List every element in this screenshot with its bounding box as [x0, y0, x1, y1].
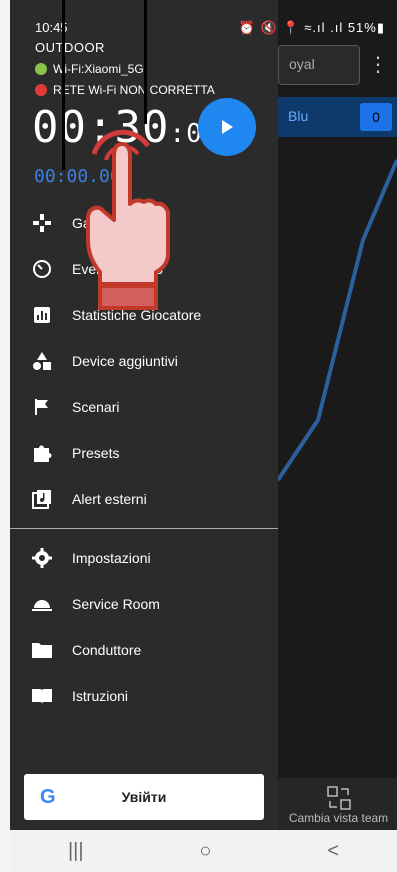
wifi-error-label: RETE Wi-Fi NON CORRETTA: [53, 83, 215, 97]
tap-hand-icon: [86, 129, 170, 310]
menu-label: Conduttore: [72, 642, 142, 658]
wifi-ok-icon: [35, 63, 47, 75]
gear-icon: [30, 546, 54, 570]
play-icon: [222, 120, 233, 134]
google-signin-button[interactable]: G Увійти: [24, 774, 264, 820]
switch-view-label[interactable]: Cambia vista team: [280, 811, 397, 825]
menu-label: Scenari: [72, 399, 120, 415]
menu-label: Presets: [72, 445, 120, 461]
menu-item-impostazioni[interactable]: Impostazioni: [10, 535, 278, 581]
google-signin-label: Увійти: [121, 789, 167, 805]
cloche-icon: [30, 592, 54, 616]
menu-item-scenari[interactable]: Scenari: [10, 384, 278, 430]
menu-label: Istruzioni: [72, 688, 129, 704]
menu-item-presets[interactable]: Presets: [10, 430, 278, 476]
screen: oyal ⋮ Blu 0 Cambia vista team OUTDOOR W…: [10, 0, 397, 872]
menu-item-service-room[interactable]: Service Room: [10, 581, 278, 627]
wifi-ok-label: Wi-Fi:Xiaomi_5G: [53, 62, 144, 76]
menu-label: Impostazioni: [72, 550, 151, 566]
menu-item-conduttore[interactable]: Conduttore: [10, 627, 278, 673]
callout-line-right: [144, 0, 147, 124]
folder-icon: [30, 638, 54, 662]
menu-divider: [10, 528, 278, 529]
stats-icon: [30, 303, 54, 327]
shapes-icon: [30, 349, 54, 373]
mode-label: OUTDOOR: [35, 40, 105, 55]
wifi-status-ok: Wi-Fi:Xiaomi_5G: [35, 62, 144, 76]
menu-item-istruzioni[interactable]: Istruzioni: [10, 673, 278, 719]
overflow-menu-icon[interactable]: ⋮: [368, 52, 388, 77]
wifi-error-icon: [35, 84, 47, 96]
book-icon: [30, 684, 54, 708]
menu-item-alert[interactable]: Alert esterni: [10, 476, 278, 522]
play-button[interactable]: [198, 98, 256, 156]
team-blue-label: Blu: [288, 108, 309, 124]
team-blue-score: 0: [360, 103, 392, 131]
puzzle-icon: [30, 441, 54, 465]
team-select-dropdown[interactable]: oyal: [278, 45, 360, 85]
home-button[interactable]: ○: [199, 840, 211, 863]
system-nav-bar: ||| ○ <: [10, 830, 397, 872]
status-bar: 10:45 ⏰ 🔇 📍 ≈.ıl .ıl 51%▮: [10, 0, 397, 40]
callout-line-left: [62, 0, 65, 170]
flag-icon: [30, 395, 54, 419]
back-button[interactable]: <: [327, 840, 339, 863]
score-chart: [278, 159, 397, 482]
music-note-icon: [30, 487, 54, 511]
recents-button[interactable]: |||: [68, 840, 84, 863]
google-logo-icon: G: [40, 786, 56, 808]
switch-view-icon[interactable]: [326, 785, 352, 811]
gamepad-icon: [30, 211, 54, 235]
timer-icon: [30, 257, 54, 281]
menu-label: Alert esterni: [72, 491, 147, 507]
status-icons: ⏰ 🔇 📍 ≈.ıl .ıl 51%▮: [238, 20, 385, 35]
menu-label: Service Room: [72, 596, 160, 612]
menu-label: Device aggiuntivi: [72, 353, 178, 369]
menu-item-device[interactable]: Device aggiuntivi: [10, 338, 278, 384]
